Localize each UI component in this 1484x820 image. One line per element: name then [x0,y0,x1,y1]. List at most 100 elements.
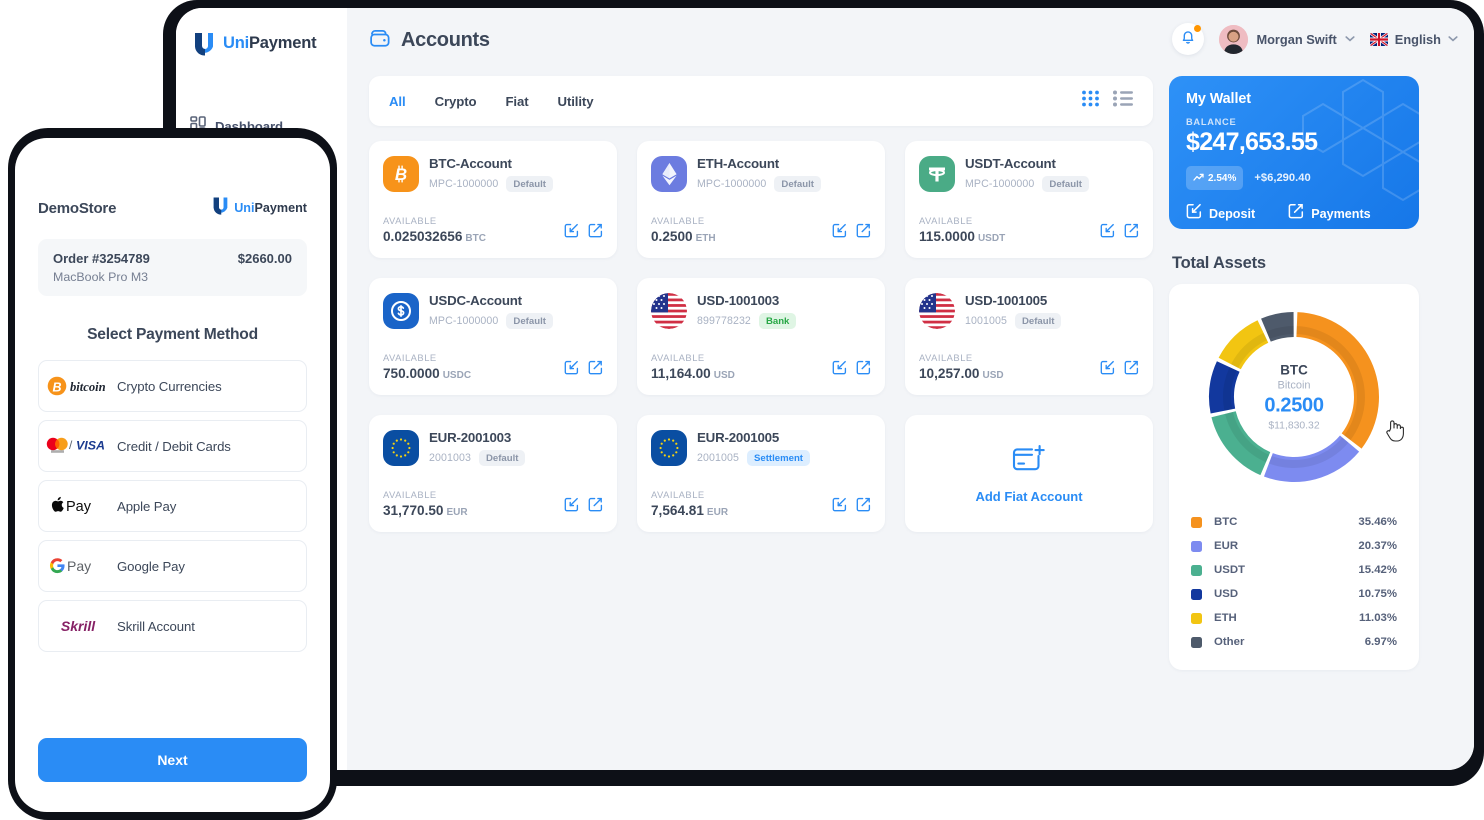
available-label: AVAILABLE [919,352,1004,363]
account-actions [1100,360,1139,381]
deposit-icon[interactable] [1100,223,1115,243]
asset-donut-chart[interactable]: BTC Bitcoin 0.2500 $11,830.32 [1199,302,1389,492]
available-amount: 7,564.81EUR [651,503,728,518]
amount-value: 750.0000 [383,366,440,381]
my-wallet-card: My Wallet BALANCE $247,653.55 2.54% +$6,… [1169,76,1419,229]
account-header: B BTC-Account MPC-1000000 Default [383,155,603,192]
account-header: USDT-Account MPC-1000000 Default [919,155,1139,192]
apple-pay-logo-icon: Pay [39,496,117,516]
legend-row[interactable]: USDT15.42% [1191,558,1397,582]
legend-label: USD [1214,588,1238,600]
amount-value: 0.2500 [651,229,693,244]
payment-method-label: Google Pay [117,559,185,574]
main-content: Accounts [347,8,1474,770]
legend-row[interactable]: EUR20.37% [1191,534,1397,558]
account-card-usdc[interactable]: USDC-Account MPC-1000000 Default AVAILAB… [369,278,617,395]
bell-icon [1180,29,1196,50]
account-card-eth[interactable]: ETH-Account MPC-1000000 Default AVAILABL… [637,141,885,258]
account-meta: MPC-1000000 Default [965,176,1089,192]
brand-name-suffix: Payment [249,34,316,52]
legend-color-swatch [1191,541,1202,552]
legend-label: ETH [1214,612,1237,624]
payment-method-cards[interactable]: / VISA Credit / Debit Cards [38,420,307,472]
svg-text:B: B [52,380,61,394]
legend-percent: 11.03% [1359,612,1397,624]
payment-method-skrill[interactable]: Skrill Skrill Account [38,600,307,652]
available-label: AVAILABLE [383,352,471,363]
legend-row[interactable]: ETH 11.03% [1191,606,1397,630]
send-icon[interactable] [1124,360,1139,380]
deposit-icon[interactable] [564,223,579,243]
deposit-icon[interactable] [832,497,847,517]
order-item: MacBook Pro M3 [53,270,292,284]
list-view-icon[interactable] [1113,90,1133,112]
payment-method-crypto[interactable]: B bitcoin Crypto Currencies [38,360,307,412]
deposit-icon[interactable] [1100,360,1115,380]
legend-color-swatch [1191,565,1202,576]
account-card-eur-2001003[interactable]: EUR-2001003 2001003 Default AVAILABLE 31… [369,415,617,532]
send-icon[interactable] [588,223,603,243]
legend-row[interactable]: USD 10.75% [1191,582,1397,606]
user-menu[interactable]: Morgan Swift [1219,25,1354,54]
send-icon[interactable] [588,360,603,380]
language-selector[interactable]: English [1370,32,1458,47]
account-footer: AVAILABLE 10,257.00USD [919,352,1139,381]
payment-method-apple-pay[interactable]: Pay Apple Pay [38,480,307,532]
next-button[interactable]: Next [38,738,307,782]
account-name: ETH-Account [697,156,779,171]
tab-fiat[interactable]: Fiat [505,94,528,109]
send-icon[interactable] [1124,223,1139,243]
legend-label: BTC [1214,516,1237,528]
available-label: AVAILABLE [651,215,716,226]
tab-crypto[interactable]: Crypto [435,94,477,109]
tab-all[interactable]: All [389,94,406,109]
deposit-button[interactable]: Deposit [1186,203,1255,224]
account-card-eur-2001005[interactable]: EUR-2001005 2001005 Settlement AVAILABLE… [637,415,885,532]
chevron-down-icon [1345,34,1355,44]
status-badge: Bank [759,313,796,329]
account-card-btc[interactable]: B BTC-Account MPC-1000000 Default AV [369,141,617,258]
notifications-button[interactable] [1172,23,1204,55]
available-block: AVAILABLE 31,770.50EUR [383,489,468,518]
available-amount: 31,770.50EUR [383,503,468,518]
account-name: EUR-2001003 [429,430,511,445]
payment-method-google-pay[interactable]: Pay Google Pay [38,540,307,592]
checkout-screen: DemoStore UniPayment Order #3254789 $266… [15,138,330,812]
deposit-icon[interactable] [832,223,847,243]
amount-currency: EUR [707,507,728,518]
account-actions [564,497,603,518]
tab-utility[interactable]: Utility [558,94,594,109]
grid-view-icon[interactable] [1081,89,1100,113]
legend-row[interactable]: BTC35.46% [1191,510,1397,534]
deposit-icon[interactable] [564,360,579,380]
account-id: 899778232 [697,315,751,327]
send-icon[interactable] [856,223,871,243]
payment-method-label: Crypto Currencies [117,379,222,394]
account-id: MPC-1000000 [965,178,1034,190]
language-name: English [1395,32,1441,47]
amount-value: 0.025032656 [383,229,462,244]
send-icon[interactable] [856,497,871,517]
status-badge: Default [479,450,526,466]
account-card-usd-1001003[interactable]: USD-1001003 899778232 Bank AVAILABLE 11,… [637,278,885,395]
available-block: AVAILABLE 10,257.00USD [919,352,1004,381]
trend-up-icon [1193,169,1204,187]
add-fiat-account-card[interactable]: Add Fiat Account [905,415,1153,532]
user-name: Morgan Swift [1256,32,1336,47]
account-footer: AVAILABLE 0.025032656BTC [383,215,603,244]
available-block: AVAILABLE 115.0000USDT [919,215,1005,244]
status-badge: Default [1042,176,1089,192]
send-icon[interactable] [588,497,603,517]
amount-currency: ETH [696,233,716,244]
legend-percent: 10.75% [1358,588,1397,600]
account-card-usd-1001005[interactable]: USD-1001005 1001005 Default AVAILABLE 10… [905,278,1153,395]
send-icon[interactable] [856,360,871,380]
order-summary: Order #3254789 $2660.00 MacBook Pro M3 [38,239,307,296]
deposit-icon[interactable] [564,497,579,517]
account-card-usdt[interactable]: USDT-Account MPC-1000000 Default AVAILAB… [905,141,1153,258]
legend-row[interactable]: Other6.97% [1191,630,1397,654]
donut-legend: BTC35.46%EUR20.37%USDT15.42% USD 10.75% ETH… [1169,510,1419,654]
wallet-icon [369,28,391,53]
account-footer: AVAILABLE 31,770.50EUR [383,489,603,518]
deposit-icon[interactable] [832,360,847,380]
